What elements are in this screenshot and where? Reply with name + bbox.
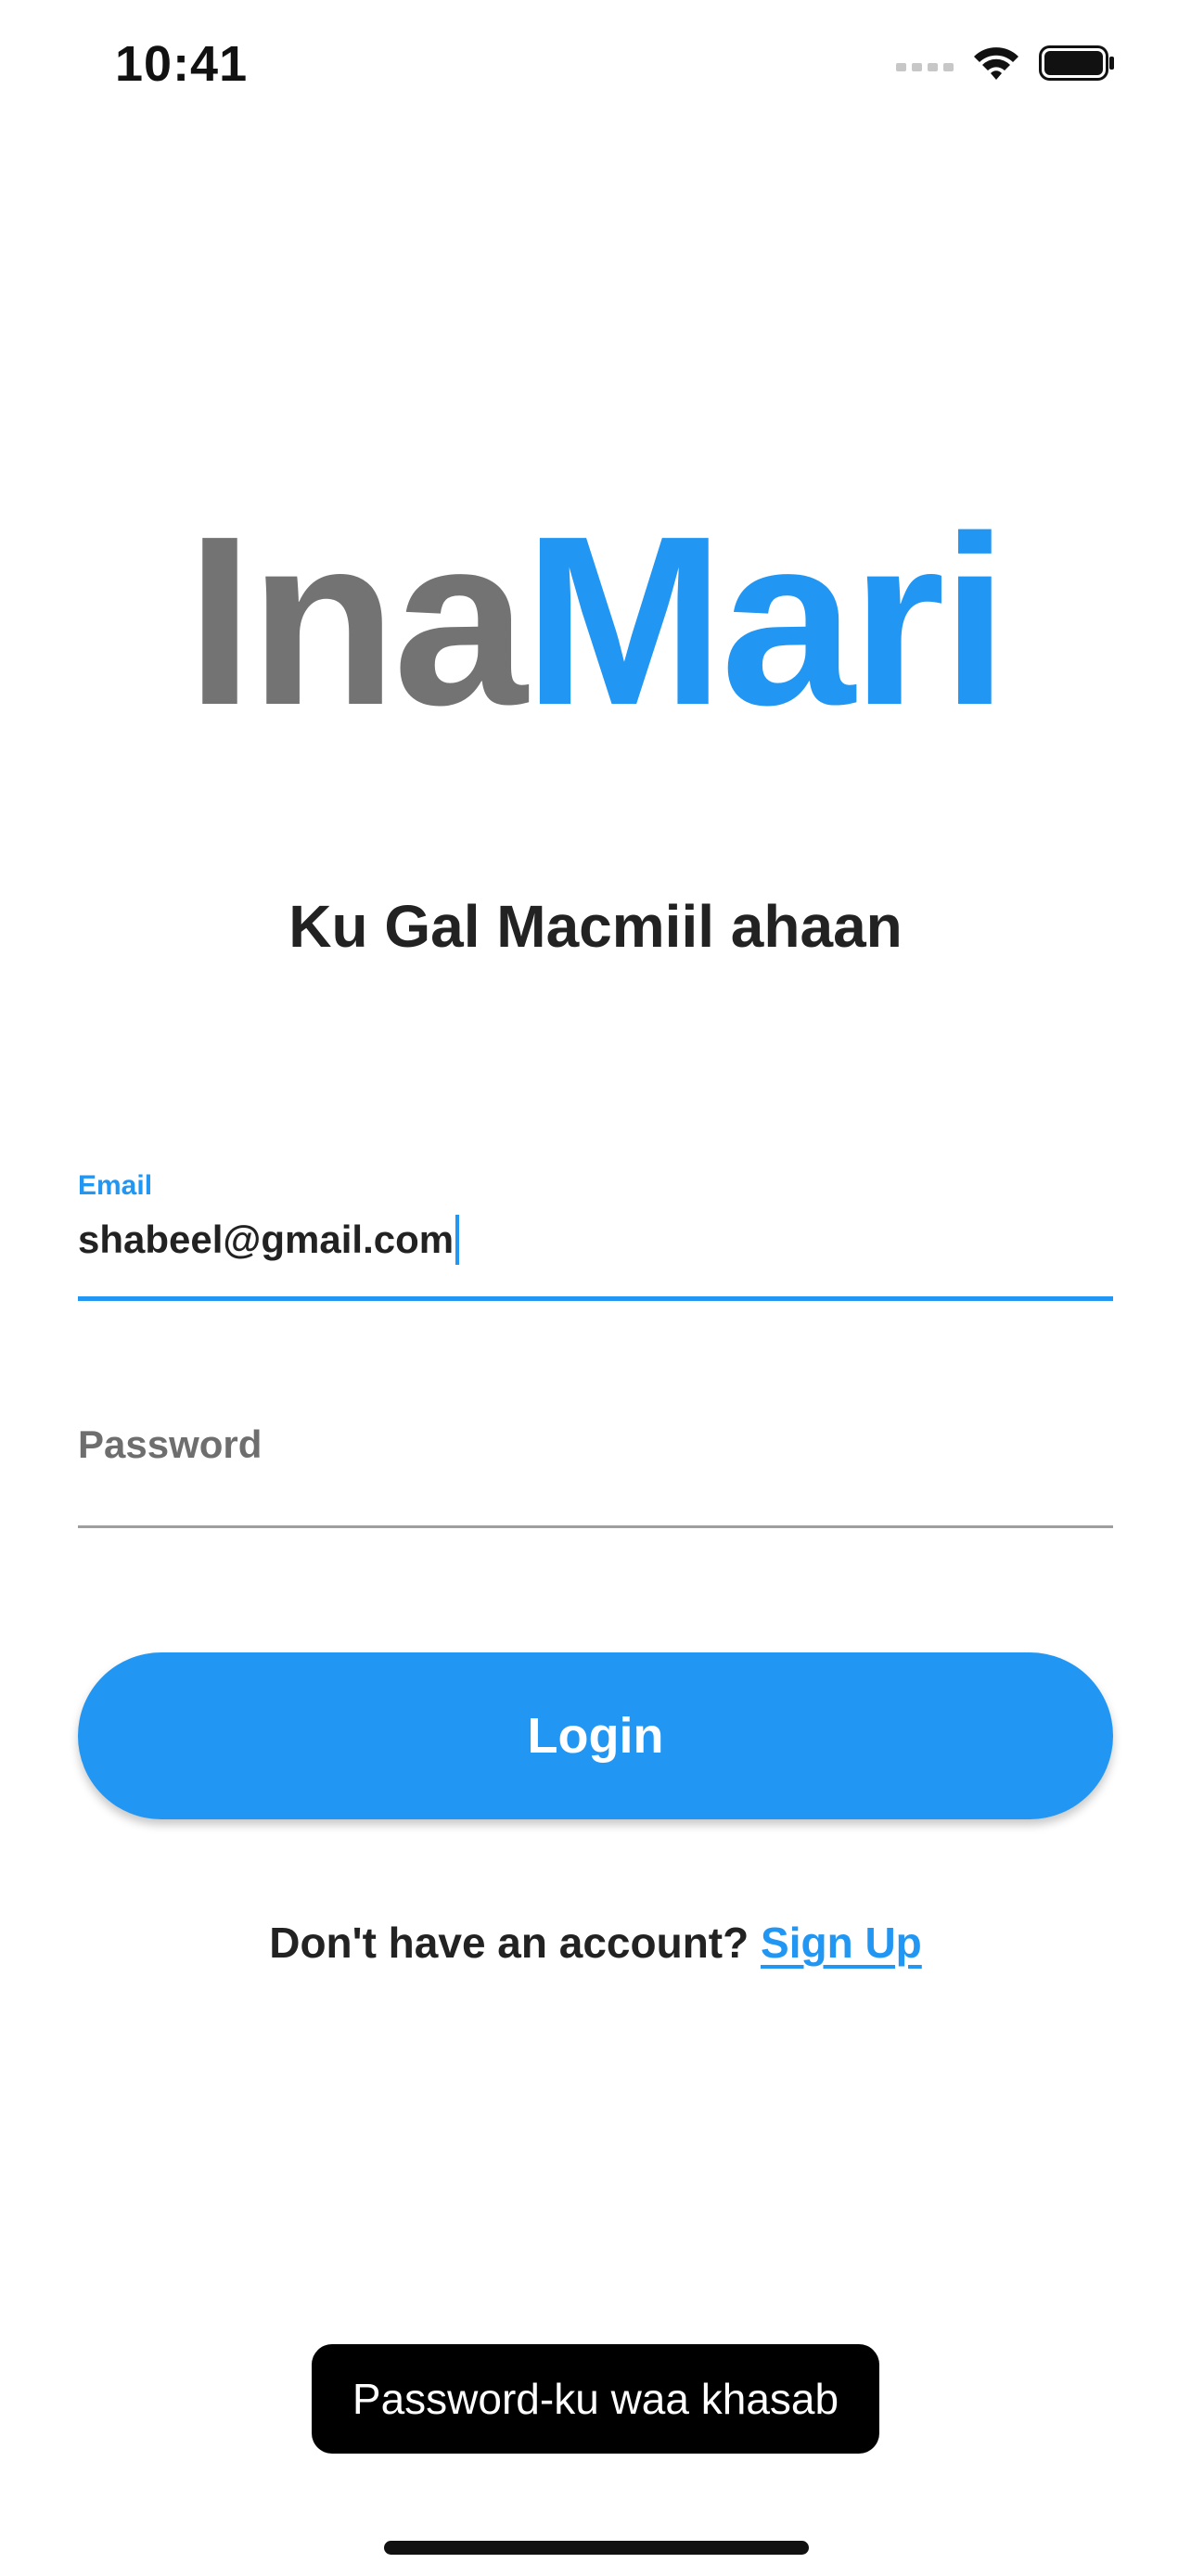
signup-row: Don't have an account? Sign Up [0,1918,1191,1968]
toast-text: Password-ku waa khasab [352,2375,839,2423]
password-field-underline [78,1525,1113,1528]
login-button[interactable]: Login [78,1652,1113,1819]
status-icons [896,45,1115,86]
toast-message: Password-ku waa khasab [312,2344,879,2454]
email-value: shabeel@gmail.com [78,1218,455,1261]
email-field[interactable]: Email shabeel@gmail.com [78,1170,1113,1269]
logo-part-gray: Ina [186,487,528,756]
text-cursor [455,1215,460,1265]
signal-icon [896,54,954,77]
home-indicator[interactable] [384,2541,809,2555]
email-input[interactable]: shabeel@gmail.com [78,1211,1113,1269]
battery-icon [1039,45,1115,86]
logo-part-blue: Mari [523,487,1009,756]
password-field[interactable]: Password [78,1422,1113,1467]
signup-prompt: Don't have an account? [269,1919,749,1967]
status-bar: 10:41 [0,0,1191,139]
wifi-icon [972,45,1020,86]
status-time: 10:41 [115,36,249,92]
app-logo: InaMari [0,501,1191,742]
email-field-underline [78,1296,1113,1301]
page-subtitle: Ku Gal Macmiil ahaan [288,893,903,960]
password-placeholder: Password [78,1422,263,1466]
email-field-label: Email [78,1170,153,1201]
signup-link[interactable]: Sign Up [761,1919,922,1967]
